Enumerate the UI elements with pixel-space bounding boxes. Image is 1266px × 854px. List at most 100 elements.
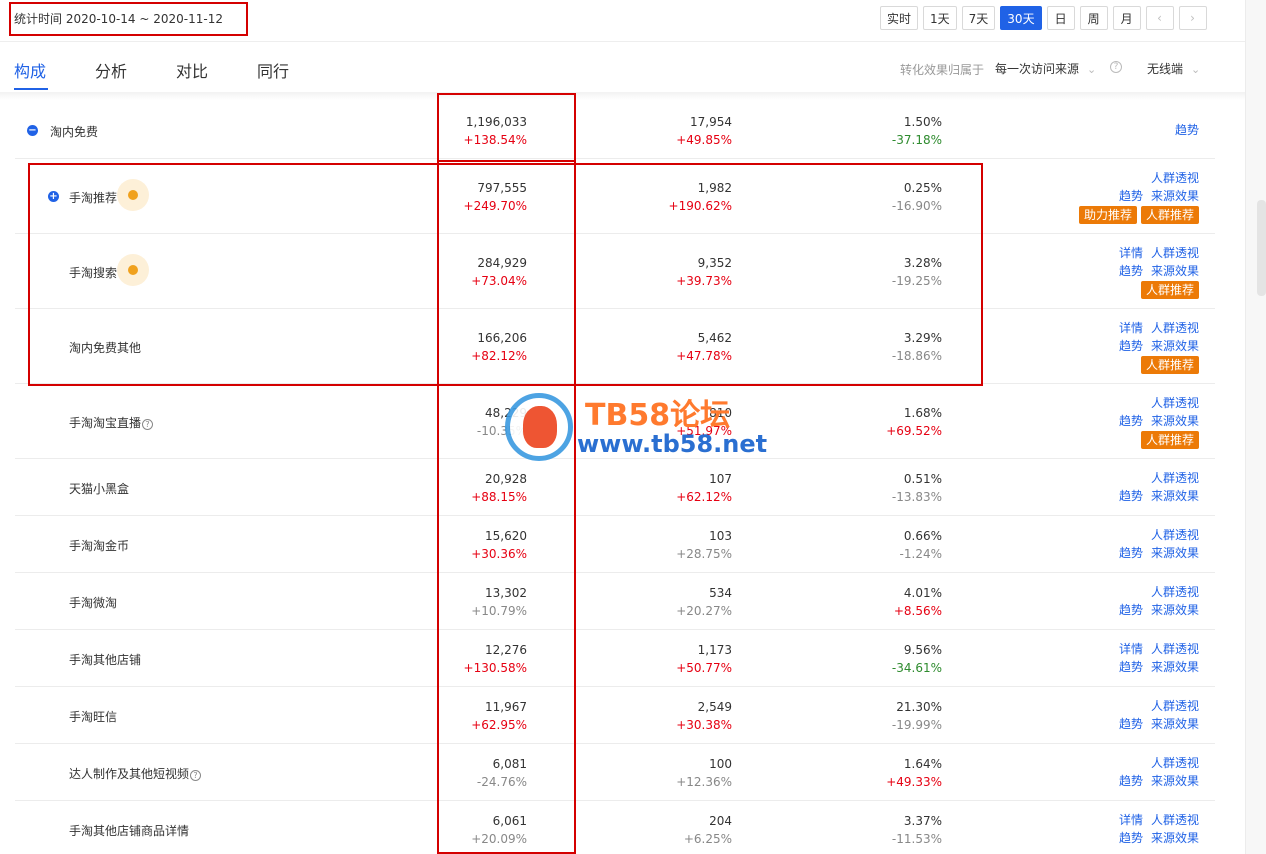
conversion-rate-cell: 0.51% -13.83% — [835, 470, 942, 506]
trend-link[interactable]: 趋势 — [1119, 546, 1143, 560]
tab-peers[interactable]: 同行 — [257, 58, 289, 82]
audience-insight-link[interactable]: 人群透视 — [1151, 528, 1199, 542]
table-row: 手淘其他店铺商品详情 6,061 +20.09% 204 +6.25% 3.37% -11.… — [15, 801, 1215, 854]
expand-icon[interactable]: + — [48, 190, 59, 202]
audience-insight-link[interactable]: 人群透视 — [1151, 171, 1199, 185]
period-30day-button[interactable]: 30天 — [1000, 6, 1042, 30]
trend-link[interactable]: 趋势 — [1119, 489, 1143, 503]
audience-insight-link[interactable]: 人群透视 — [1151, 246, 1199, 260]
buyer-count-cell: 103 +28.75% — [615, 527, 732, 563]
source-effect-link[interactable]: 来源效果 — [1151, 414, 1199, 428]
audience-insight-link[interactable]: 人群透视 — [1151, 321, 1199, 335]
action-line: 详情 人群透视 — [999, 640, 1199, 658]
period-month-button[interactable]: 月 — [1112, 6, 1141, 30]
visitor-count-value: 797,555 — [477, 180, 527, 195]
audience-insight-link[interactable]: 人群透视 — [1151, 396, 1199, 410]
trend-link[interactable]: 趋势 — [1119, 831, 1143, 845]
period-day-button[interactable]: 日 — [1046, 6, 1075, 30]
action-line: 趋势 来源效果 — [999, 337, 1199, 355]
buyer-count-change: +39.73% — [676, 273, 732, 288]
chevron-right-icon[interactable]: › — [1178, 6, 1207, 30]
badge-line: 人群推荐 — [999, 280, 1199, 299]
audience-insight-link[interactable]: 人群透视 — [1151, 585, 1199, 599]
visitor-count-cell: 15,620 +30.36% — [415, 527, 527, 563]
tab-compare[interactable]: 对比 — [176, 58, 208, 82]
trend-link[interactable]: 趋势 — [1119, 717, 1143, 731]
source-name-text: 手淘搜索 — [69, 265, 118, 280]
source-effect-link[interactable]: 来源效果 — [1151, 660, 1199, 674]
scrollbar-track[interactable] — [1245, 0, 1266, 854]
source-name: 手淘淘金币 — [69, 537, 129, 554]
action-line: 趋势 来源效果 — [999, 412, 1199, 430]
source-effect-link[interactable]: 来源效果 — [1151, 489, 1199, 503]
source-effect-link[interactable]: 来源效果 — [1151, 717, 1199, 731]
source-effect-link[interactable]: 来源效果 — [1151, 603, 1199, 617]
audience-recommend-button[interactable]: 人群推荐 — [1140, 205, 1199, 224]
source-effect-link[interactable]: 来源效果 — [1151, 774, 1199, 788]
conversion-rate-value: 1.64% — [903, 756, 942, 771]
action-line: 趋势 来源效果 — [999, 487, 1199, 505]
source-effect-link[interactable]: 来源效果 — [1151, 546, 1199, 560]
details-link[interactable]: 详情 — [1119, 246, 1143, 260]
help-icon[interactable]: ? — [190, 769, 202, 781]
audience-insight-link[interactable]: 人群透视 — [1151, 642, 1199, 656]
conversion-rate-change: +49.33% — [886, 774, 942, 789]
conversion-rate-cell: 3.28% -19.25% — [835, 254, 942, 290]
boost-recommend-button[interactable]: 助力推荐 — [1078, 205, 1137, 224]
details-link[interactable]: 详情 — [1119, 813, 1143, 827]
trend-link[interactable]: 趋势 — [1119, 264, 1143, 278]
period-1day-button[interactable]: 1天 — [923, 6, 957, 30]
details-link[interactable]: 详情 — [1119, 321, 1143, 335]
trend-link[interactable]: 趋势 — [1119, 774, 1143, 788]
conversion-rate-change: -13.83% — [891, 489, 942, 504]
period-week-button[interactable]: 周 — [1079, 6, 1108, 30]
visitor-count-value: 20,928 — [485, 471, 527, 486]
buyer-count-change: +49.85% — [676, 132, 732, 147]
collapse-icon[interactable]: − — [27, 124, 38, 136]
audience-recommend-button[interactable]: 人群推荐 — [1140, 355, 1199, 374]
buyer-count-change: +50.77% — [676, 660, 732, 675]
attribution-select[interactable]: 每一次访问来源 ⌄ — [995, 60, 1096, 77]
details-link[interactable]: 详情 — [1119, 642, 1143, 656]
trend-link[interactable]: 趋势 — [1119, 603, 1143, 617]
trend-link[interactable]: 趋势 — [1119, 189, 1143, 203]
audience-recommend-button[interactable]: 人群推荐 — [1140, 280, 1199, 299]
table-row: − 淘内免费 1,196,033 +138.54% 17,954 +49.85% 1.50%… — [15, 102, 1215, 159]
period-realtime-button[interactable]: 实时 — [880, 6, 919, 30]
tab-composition[interactable]: 构成 — [14, 58, 46, 82]
trend-link[interactable]: 趋势 — [1119, 414, 1143, 428]
audience-insight-link[interactable]: 人群透视 — [1151, 813, 1199, 827]
audience-recommend-button[interactable]: 人群推荐 — [1140, 430, 1199, 449]
device-select[interactable]: 无线端 ⌄ — [1147, 60, 1200, 77]
audience-insight-link[interactable]: 人群透视 — [1151, 699, 1199, 713]
action-line: 趋势 来源效果 — [999, 772, 1199, 790]
action-line: 人群透视 — [999, 583, 1199, 601]
trend-link[interactable]: 趋势 — [1119, 339, 1143, 353]
action-line: 趋势 来源效果 — [999, 829, 1199, 847]
source-effect-link[interactable]: 来源效果 — [1151, 189, 1199, 203]
tab-analysis[interactable]: 分析 — [95, 58, 127, 82]
conversion-rate-value: 0.51% — [903, 471, 942, 486]
conversion-rate-cell: 0.66% -1.24% — [835, 527, 942, 563]
buyer-count-change: +62.12% — [676, 489, 732, 504]
source-effect-link[interactable]: 来源效果 — [1151, 339, 1199, 353]
buyer-count-change: +6.25% — [683, 831, 732, 846]
audience-insight-link[interactable]: 人群透视 — [1151, 756, 1199, 770]
chevron-left-icon[interactable]: ‹ — [1145, 6, 1174, 30]
conversion-rate-change: -19.99% — [891, 717, 942, 732]
buyer-count-change: +30.38% — [676, 717, 732, 732]
help-icon[interactable]: ? — [142, 418, 154, 430]
action-line: 趋势 来源效果 — [999, 715, 1199, 733]
visitor-count-cell: 20,928 +88.15% — [415, 470, 527, 506]
source-effect-link[interactable]: 来源效果 — [1151, 831, 1199, 845]
help-icon[interactable]: ? — [1110, 61, 1122, 73]
trend-link[interactable]: 趋势 — [1119, 660, 1143, 674]
row-actions: 详情 人群透视 趋势 来源效果 — [999, 811, 1199, 847]
period-7day-button[interactable]: 7天 — [961, 6, 996, 30]
buyer-count-cell: 810 +51.97% — [615, 404, 732, 440]
audience-insight-link[interactable]: 人群透视 — [1151, 471, 1199, 485]
source-effect-link[interactable]: 来源效果 — [1151, 264, 1199, 278]
trend-link[interactable]: 趋势 — [1175, 123, 1199, 137]
row-actions: 人群透视 趋势 来源效果 — [999, 583, 1199, 619]
scrollbar-thumb[interactable] — [1257, 200, 1266, 296]
